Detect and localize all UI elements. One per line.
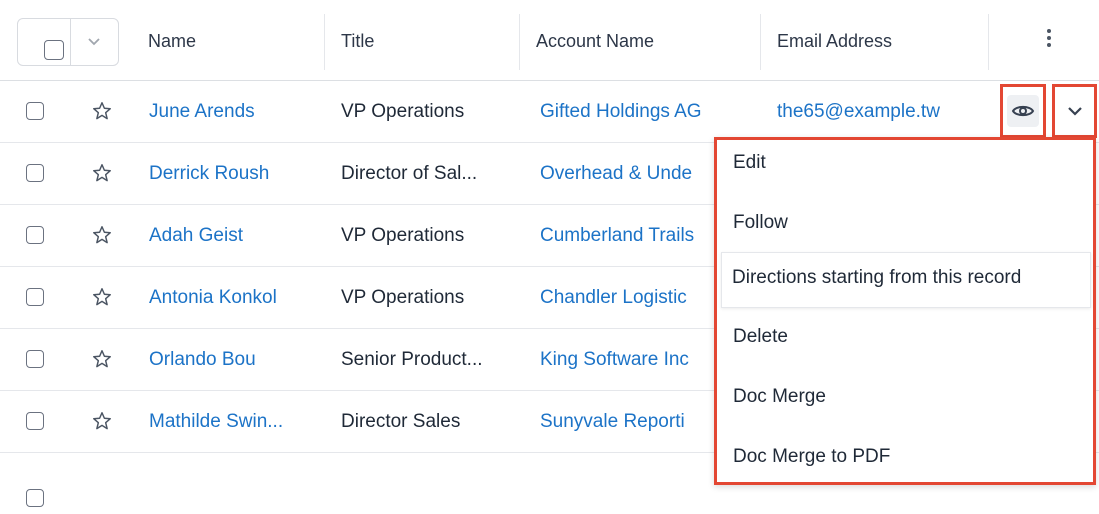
favorite-star-icon[interactable] <box>91 348 113 370</box>
row-checkbox[interactable] <box>26 102 44 120</box>
menu-item-doc-merge[interactable]: Doc Merge <box>717 372 1093 428</box>
column-header-account-name[interactable]: Account Name <box>536 31 654 52</box>
row-actions-dropdown-button[interactable] <box>1052 84 1097 138</box>
favorite-star-icon[interactable] <box>91 224 113 246</box>
favorite-star-icon[interactable] <box>91 162 113 184</box>
record-title: Director of Sal... <box>341 163 478 184</box>
record-name-link[interactable]: June Arends <box>149 101 255 123</box>
menu-item-label: Directions starting from this record <box>732 267 1022 288</box>
column-options-kebab-icon[interactable] <box>1042 26 1056 56</box>
record-title: VP Operations <box>341 101 465 122</box>
column-divider <box>324 14 325 70</box>
menu-item-directions[interactable]: Directions starting from this record <box>721 252 1091 308</box>
menu-item-label: Doc Merge to PDF <box>733 446 891 467</box>
column-header-email-address[interactable]: Email Address <box>777 31 892 52</box>
mass-select-divider <box>70 19 71 65</box>
row-checkbox[interactable] <box>26 164 44 182</box>
account-name-link[interactable]: Chandler Logistic <box>540 287 687 309</box>
menu-item-label: Edit <box>733 152 766 173</box>
chevron-down-icon <box>1068 107 1082 116</box>
column-divider <box>988 14 989 70</box>
account-name-link[interactable]: Gifted Holdings AG <box>540 101 702 123</box>
column-header-name[interactable]: Name <box>148 31 196 52</box>
record-name-link[interactable]: Adah Geist <box>149 225 243 247</box>
mass-select-control[interactable] <box>17 18 119 66</box>
favorite-star-icon[interactable] <box>91 410 113 432</box>
row-checkbox[interactable] <box>26 226 44 244</box>
record-title: Senior Product... <box>341 349 483 370</box>
record-title: VP Operations <box>341 287 465 308</box>
menu-item-label: Delete <box>733 326 788 347</box>
record-name-link[interactable]: Antonia Konkol <box>149 287 277 309</box>
menu-item-label: Follow <box>733 212 788 233</box>
preview-button[interactable] <box>1000 84 1046 138</box>
table-row: June Arends VP Operations Gifted Holding… <box>0 81 1099 143</box>
menu-item-label: Doc Merge <box>733 386 826 407</box>
record-name-link[interactable]: Mathilde Swin... <box>149 411 283 433</box>
select-all-checkbox[interactable] <box>44 40 64 60</box>
menu-item-follow[interactable]: Follow <box>717 198 1093 254</box>
record-name-link[interactable]: Orlando Bou <box>149 349 256 371</box>
menu-item-edit[interactable]: Edit <box>717 140 1093 196</box>
row-checkbox[interactable] <box>26 489 44 507</box>
table-header: Name Title Account Name Email Address <box>0 0 1099 81</box>
account-name-link[interactable]: Overhead & Unde <box>540 163 692 185</box>
row-checkbox[interactable] <box>26 350 44 368</box>
row-checkbox[interactable] <box>26 288 44 306</box>
email-link[interactable]: the65@example.tw <box>777 101 940 123</box>
favorite-star-icon[interactable] <box>91 100 113 122</box>
record-title: VP Operations <box>341 225 465 246</box>
record-name-link[interactable]: Derrick Roush <box>149 163 269 185</box>
account-name-link[interactable]: King Software Inc <box>540 349 689 371</box>
account-name-link[interactable]: Sunyvale Reporti <box>540 411 685 433</box>
row-checkbox[interactable] <box>26 412 44 430</box>
column-divider <box>519 14 520 70</box>
eye-icon <box>1011 105 1035 117</box>
mass-actions-chevron-icon[interactable] <box>86 31 102 56</box>
favorite-star-icon[interactable] <box>91 286 113 308</box>
column-divider <box>760 14 761 70</box>
record-title: Director Sales <box>341 411 461 432</box>
menu-item-delete[interactable]: Delete <box>717 312 1093 368</box>
column-header-title[interactable]: Title <box>341 31 374 52</box>
row-actions-menu: Edit Follow Directions starting from thi… <box>714 137 1096 485</box>
menu-item-doc-merge-pdf[interactable]: Doc Merge to PDF <box>717 432 1093 488</box>
account-name-link[interactable]: Cumberland Trails <box>540 225 694 247</box>
